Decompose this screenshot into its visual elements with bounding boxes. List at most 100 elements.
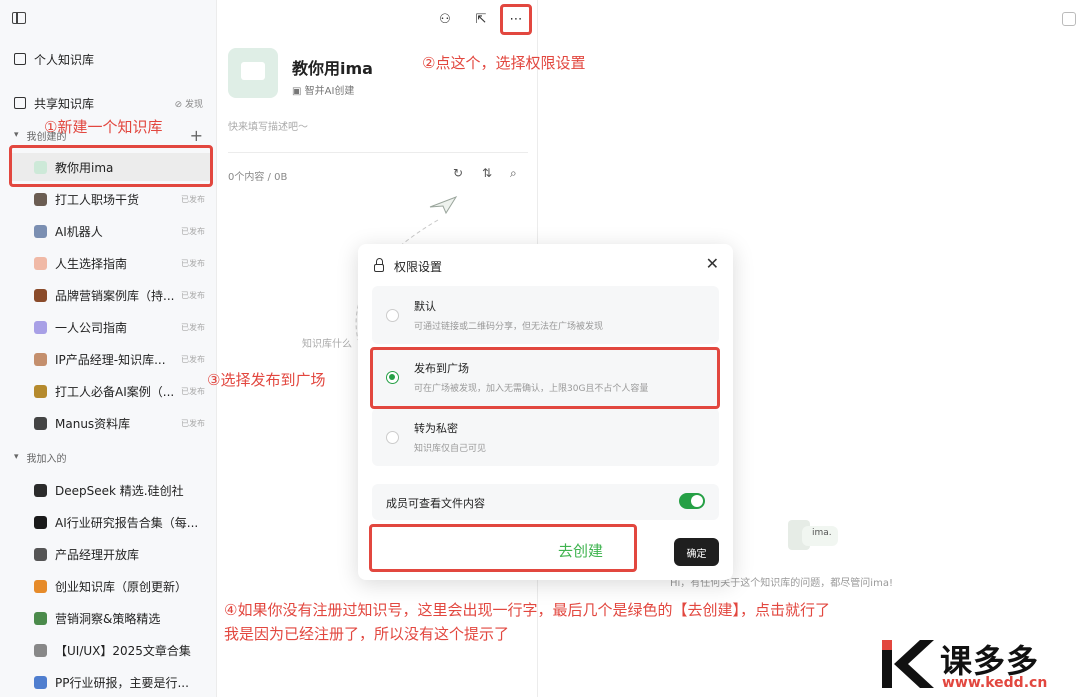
- toggle-label: 成员可查看文件内容: [386, 497, 485, 510]
- chevron-down-icon: ▾: [14, 452, 19, 462]
- bubble-label: ima.: [812, 528, 832, 538]
- option-default[interactable]: 默认 可通过链接或二维码分享，但无法在广场被发现: [372, 286, 719, 344]
- kb-avatar-icon: [34, 416, 47, 430]
- kb-name: 营销洞察&策略精选: [55, 611, 161, 626]
- sidebar-item-label: 共享知识库: [34, 96, 95, 111]
- settings-icon[interactable]: [1062, 12, 1076, 26]
- sidebar-toggle-icon[interactable]: [12, 12, 26, 24]
- kb-status: 已发布: [181, 226, 205, 236]
- joined-kb-item[interactable]: DeepSeek 精选.硅创社: [0, 476, 217, 504]
- joined-group-header[interactable]: ▾ 我加入的: [0, 447, 217, 467]
- joined-kb-item[interactable]: PP行业研报，主要是行...: [0, 668, 217, 696]
- kb-description-input[interactable]: 快来填写描述吧～: [228, 118, 308, 133]
- kb-name: Manus资料库: [55, 416, 131, 431]
- option-desc: 知识库仅自己可见: [414, 444, 487, 454]
- kb-avatar-icon: [34, 643, 47, 657]
- annotation-step2: ②点这个，选择权限设置: [422, 54, 586, 72]
- option-private[interactable]: 转为私密 知识库仅自己可见: [372, 408, 719, 466]
- discover-link[interactable]: ⊘ 发现: [175, 97, 203, 110]
- kb-avatar-icon: [34, 288, 47, 302]
- radio-default[interactable]: [386, 309, 399, 322]
- created-kb-item[interactable]: 打工人必备AI案例（... 已发布: [0, 377, 217, 405]
- view-files-toggle-row: 成员可查看文件内容: [372, 484, 719, 520]
- kb-avatar-icon: [34, 256, 47, 270]
- option-desc: 可通过链接或二维码分享，但无法在广场被发现: [414, 322, 604, 332]
- kb-avatar-icon: [34, 675, 47, 689]
- dialog-title: 权限设置: [394, 260, 443, 274]
- kb-name: DeepSeek 精选.硅创社: [55, 483, 184, 498]
- kb-status: 已发布: [181, 354, 205, 364]
- created-kb-item[interactable]: 一人公司指南 已发布: [0, 313, 217, 341]
- kb-name: PP行业研报，主要是行...: [55, 675, 189, 690]
- view-files-toggle[interactable]: [679, 493, 705, 509]
- kb-status: 已发布: [181, 386, 205, 396]
- kb-cover-image: [228, 48, 278, 98]
- created-kb-item[interactable]: 品牌营销案例库（持... 已发布: [0, 281, 217, 309]
- search-icon[interactable]: ⌕: [510, 166, 517, 181]
- sort-icon[interactable]: ⇅: [482, 166, 492, 180]
- sidebar-item-shared[interactable]: 共享知识库 ⊘ 发现: [0, 89, 217, 117]
- kb-avatar-icon: [34, 579, 47, 593]
- share-icon[interactable]: ⇱: [470, 8, 492, 30]
- created-kb-item[interactable]: Manus资料库 已发布: [0, 409, 217, 437]
- kb-name: AI行业研究报告合集（每...: [55, 515, 199, 530]
- group-label: 我加入的: [26, 453, 67, 465]
- kb-avatar-icon: [34, 483, 47, 497]
- shared-book-icon: [14, 97, 26, 109]
- members-icon[interactable]: ⚇: [434, 8, 456, 30]
- kb-avatar-icon: [34, 320, 47, 334]
- kb-status: 已发布: [181, 258, 205, 268]
- joined-kb-item[interactable]: AI行业研究报告合集（每...: [0, 508, 217, 536]
- option-title: 默认: [414, 300, 436, 313]
- sidebar: 个人知识库 共享知识库 ⊘ 发现 ▾ 我创建的 + 教你用ima 打工人职场干货已…: [0, 0, 217, 697]
- lock-icon: [374, 258, 384, 272]
- close-icon[interactable]: ✕: [706, 254, 719, 273]
- kb-name: 品牌营销案例库（持...: [55, 288, 175, 303]
- sidebar-item-label: 个人知识库: [34, 52, 95, 67]
- kb-status: 已发布: [181, 322, 205, 332]
- kb-name: 打工人职场干货: [55, 192, 140, 207]
- created-kb-item[interactable]: 打工人职场干货 已发布: [0, 185, 217, 213]
- kb-status: 已发布: [181, 418, 205, 428]
- option-title: 转为私密: [414, 422, 458, 435]
- kb-name: 产品经理开放库: [55, 547, 140, 562]
- kb-name: AI机器人: [55, 224, 103, 239]
- kb-name: IP产品经理-知识库...: [55, 352, 166, 367]
- kb-avatar-icon: [34, 224, 47, 238]
- kb-name: 【UI/UX】2025文章合集: [55, 643, 191, 658]
- kb-author: ▣ 智并AI创建: [292, 86, 355, 97]
- divider: [228, 152, 528, 153]
- paper-plane-icon: [429, 195, 458, 215]
- annotation-box-1: [9, 145, 213, 187]
- kb-avatar-icon: [34, 611, 47, 625]
- add-knowledge-base-icon[interactable]: +: [190, 126, 203, 145]
- kb-name: 人生选择指南: [55, 256, 128, 271]
- annotation-box-2: [500, 4, 532, 35]
- created-kb-item[interactable]: IP产品经理-知识库... 已发布: [0, 345, 217, 373]
- created-kb-item[interactable]: AI机器人 已发布: [0, 217, 217, 245]
- kb-avatar-icon: [34, 384, 47, 398]
- kb-avatar-icon: [34, 515, 47, 529]
- kb-status: 已发布: [181, 194, 205, 204]
- confirm-button[interactable]: 确定: [674, 538, 719, 566]
- created-kb-item[interactable]: 人生选择指南 已发布: [0, 249, 217, 277]
- kb-name: 一人公司指南: [55, 320, 128, 335]
- content-count: 0个内容 / 0B: [228, 172, 288, 183]
- joined-kb-item[interactable]: 产品经理开放库: [0, 540, 217, 568]
- annotation-step4-line2: 我是因为已经注册了，所以没有这个提示了: [224, 625, 510, 643]
- joined-kb-item[interactable]: 【UI/UX】2025文章合集: [0, 636, 217, 664]
- kb-avatar-icon: [34, 192, 47, 206]
- kb-avatar-icon: [34, 547, 47, 561]
- annotation-step3: ③选择发布到广场: [207, 371, 326, 389]
- joined-kb-item[interactable]: 营销洞察&策略精选: [0, 604, 217, 632]
- annotation-box-4: [369, 524, 637, 572]
- import-icon[interactable]: ↻: [453, 166, 463, 180]
- annotation-step1: ①新建一个知识库: [44, 118, 163, 136]
- sidebar-item-personal[interactable]: 个人知识库: [0, 45, 217, 73]
- brand-logo-icon: [882, 640, 934, 688]
- radio-private[interactable]: [386, 431, 399, 444]
- kb-avatar-icon: [34, 352, 47, 366]
- joined-kb-item[interactable]: 创业知识库（原创更新）: [0, 572, 217, 600]
- chevron-down-icon: ▾: [14, 130, 19, 140]
- brand-url: www.kedd.cn: [942, 675, 1048, 691]
